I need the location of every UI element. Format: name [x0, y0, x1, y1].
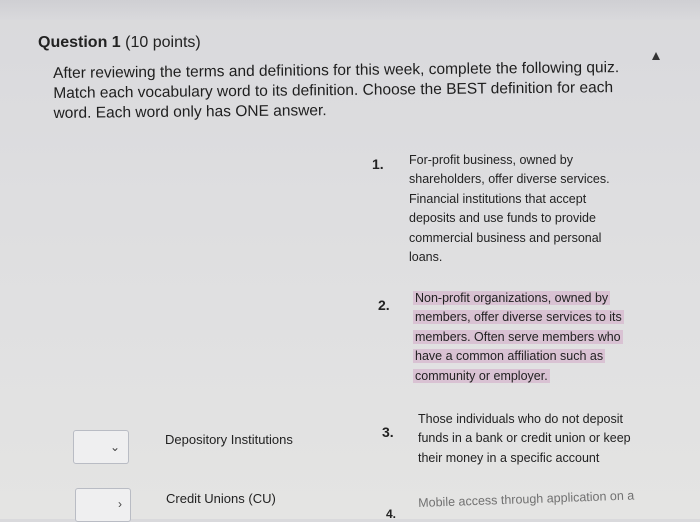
chevron-down-icon: ›: [118, 497, 122, 511]
definition-text-2-highlight: Non-profit organizations, owned by membe…: [413, 291, 624, 383]
question-points: (10 points): [125, 34, 201, 51]
definition-text-3: Those individuals who do not deposit fun…: [418, 412, 631, 465]
definition-text-1: For-profit business, owned by shareholde…: [409, 153, 610, 265]
question-title: Question 1 (10 points): [38, 34, 201, 52]
definition-number-1: 1.: [372, 156, 384, 172]
term-label-credit-unions: Credit Unions (CU): [166, 491, 276, 506]
top-band: [0, 0, 700, 20]
term-label-depository-institutions: Depository Institutions: [165, 432, 293, 447]
term-select-depository-institutions[interactable]: ⌄: [73, 430, 129, 464]
question-label: Question 1: [38, 34, 121, 51]
definition-text-2: Non-profit organizations, owned by membe…: [413, 289, 638, 386]
question-instructions: After reviewing the terms and definition…: [53, 59, 620, 122]
chevron-down-icon: ⌄: [109, 440, 120, 454]
quiz-page: Question 1 (10 points) After reviewing t…: [0, 0, 700, 522]
definition-number-2: 2.: [378, 297, 390, 313]
definition-number-3: 3.: [382, 424, 394, 440]
mouse-cursor-icon: [652, 52, 660, 60]
term-select-credit-unions[interactable]: ›: [75, 488, 131, 522]
definition-text-4: Mobile access through application on a: [418, 488, 635, 510]
